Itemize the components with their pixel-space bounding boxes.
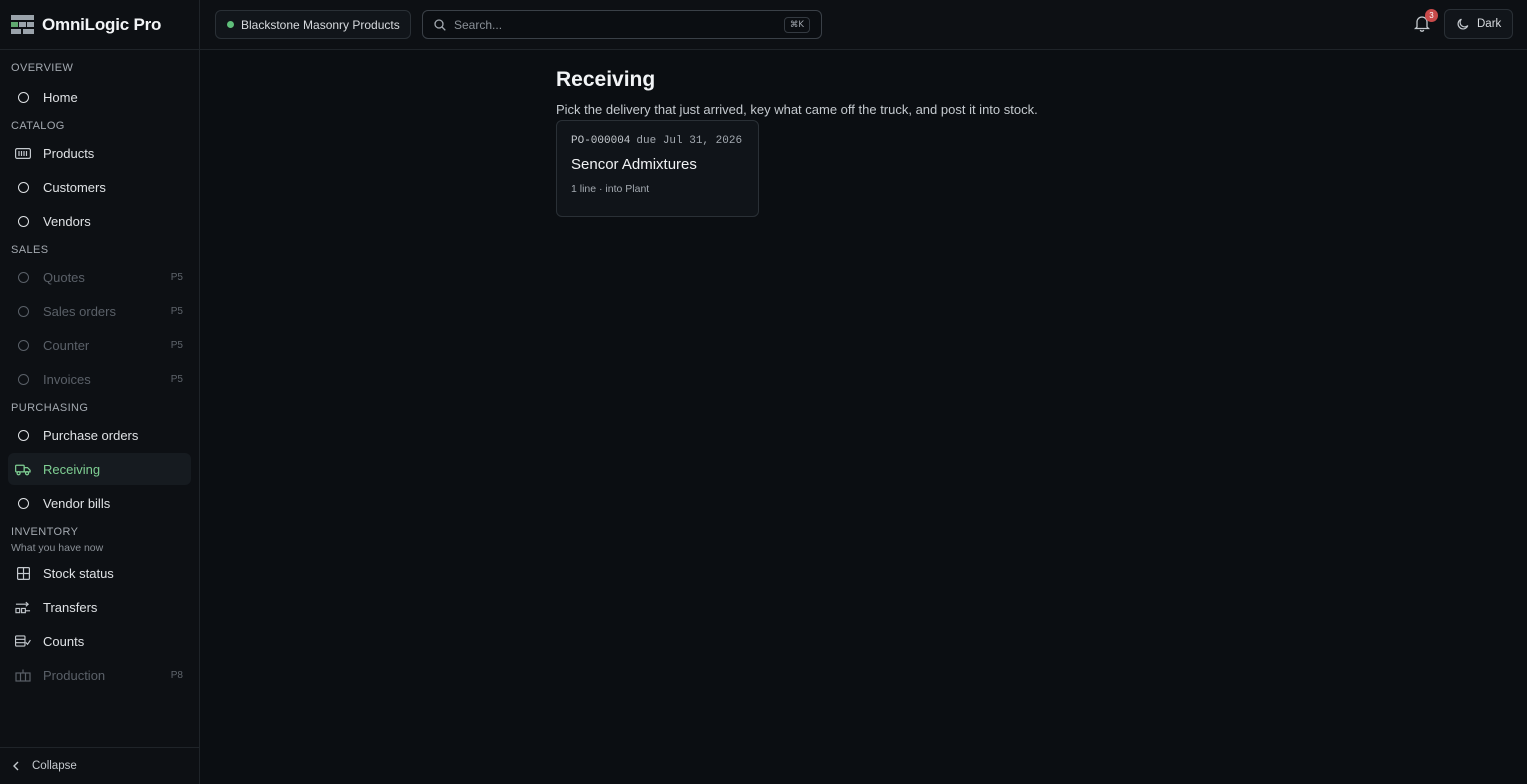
- collapse-label: Collapse: [32, 760, 77, 772]
- sidebar-item-counter[interactable]: Counter P5: [8, 329, 191, 361]
- theme-label: Dark: [1477, 18, 1502, 30]
- sidebar-item-label: Sales orders: [43, 303, 116, 319]
- notification-count-badge: 3: [1425, 9, 1438, 22]
- circle-icon: [15, 303, 31, 319]
- phase-badge: P5: [170, 373, 183, 385]
- phase-badge: P8: [170, 669, 183, 681]
- barcode-icon: [15, 145, 31, 161]
- phase-badge: P5: [170, 339, 183, 351]
- theme-toggle-button[interactable]: Dark: [1444, 9, 1513, 39]
- po-vendor: Sencor Admixtures: [571, 156, 697, 173]
- sidebar-item-label: Transfers: [43, 599, 98, 615]
- sidebar-item-label: Products: [43, 145, 95, 161]
- sidebar-item-label: Purchase orders: [43, 427, 139, 443]
- transfer-icon: [15, 599, 31, 615]
- sidebar-item-products[interactable]: Products: [8, 137, 191, 169]
- company-status-dot: [227, 21, 234, 28]
- sidebar-item-stock-status[interactable]: Stock status: [8, 557, 191, 589]
- brand[interactable]: OmniLogic Pro: [0, 0, 199, 50]
- sidebar-item-transfers[interactable]: Transfers: [8, 591, 191, 623]
- circle-icon: [15, 495, 31, 511]
- moon-icon: [1457, 18, 1469, 30]
- page-title: Receiving: [556, 68, 656, 91]
- sidebar-item-label: Quotes: [43, 269, 85, 285]
- phase-badge: P5: [170, 305, 183, 317]
- po-due-date: due Jul 31, 2026: [636, 135, 743, 147]
- sidebar: OmniLogic Pro OVERVIEW Home CATALOG Prod…: [0, 0, 200, 784]
- section-label-sales: SALES: [11, 244, 49, 256]
- company-name: Blackstone Masonry Products: [241, 17, 400, 32]
- chevron-left-icon: [12, 761, 20, 771]
- main-content: Receiving Pick the delivery that just ar…: [200, 50, 1527, 784]
- sidebar-item-label: Stock status: [43, 565, 114, 581]
- search-input[interactable]: [454, 17, 774, 32]
- sidebar-item-home[interactable]: Home: [8, 81, 191, 113]
- sidebar-item-counts[interactable]: Counts: [8, 625, 191, 657]
- sidebar-item-label: Customers: [43, 179, 106, 195]
- circle-icon: [15, 269, 31, 285]
- sidebar-item-production[interactable]: Production P8: [8, 659, 191, 691]
- phase-badge: P5: [170, 271, 183, 283]
- sidebar-item-vendor-bills[interactable]: Vendor bills: [8, 487, 191, 519]
- search-icon: [434, 18, 446, 31]
- sidebar-item-label: Vendor bills: [43, 495, 111, 511]
- sidebar-item-label: Receiving: [43, 461, 101, 477]
- circle-icon: [15, 213, 31, 229]
- sidebar-item-label: Counts: [43, 633, 85, 649]
- sidebar-item-receiving[interactable]: Receiving: [8, 453, 191, 485]
- grid-icon: [15, 565, 31, 581]
- circle-icon: [15, 427, 31, 443]
- app-logo-icon: [11, 15, 34, 34]
- circle-icon: [15, 179, 31, 195]
- sidebar-item-label: Vendors: [43, 213, 91, 229]
- circle-icon: [15, 337, 31, 353]
- sidebar-item-quotes[interactable]: Quotes P5: [8, 261, 191, 293]
- section-sublabel-inventory: What you have now: [11, 542, 104, 554]
- truck-icon: [15, 461, 31, 477]
- section-label-catalog: CATALOG: [11, 120, 65, 132]
- collapse-button[interactable]: Collapse: [0, 747, 199, 784]
- app-title: OmniLogic Pro: [42, 14, 162, 34]
- sidebar-item-label: Home: [43, 89, 78, 105]
- po-number: PO-000004: [571, 135, 631, 147]
- po-header: PO-000004 due Jul 31, 2026: [571, 135, 744, 147]
- topbar: Blackstone Masonry Products ⌘K 3 Dark: [200, 0, 1527, 50]
- sidebar-item-vendors[interactable]: Vendors: [8, 205, 191, 237]
- circle-icon: [15, 371, 31, 387]
- po-meta: 1 line · into Plant: [571, 183, 650, 195]
- sidebar-nav: OVERVIEW Home CATALOG Products Customers: [0, 50, 199, 747]
- purchase-order-card[interactable]: PO-000004 due Jul 31, 2026 Sencor Admixtu…: [556, 120, 759, 217]
- checklist-icon: [15, 633, 31, 649]
- sidebar-item-label: Counter: [43, 337, 90, 353]
- sidebar-item-invoices[interactable]: Invoices P5: [8, 363, 191, 395]
- section-label-inventory: INVENTORY: [11, 526, 79, 538]
- sidebar-item-sales-orders[interactable]: Sales orders P5: [8, 295, 191, 327]
- factory-icon: [15, 667, 31, 683]
- company-switcher[interactable]: Blackstone Masonry Products: [215, 10, 411, 39]
- sidebar-item-purchase-orders[interactable]: Purchase orders: [8, 419, 191, 451]
- circle-icon: [15, 89, 31, 105]
- section-label-purchasing: PURCHASING: [11, 402, 89, 414]
- search-shortcut: ⌘K: [783, 17, 810, 33]
- sidebar-item-customers[interactable]: Customers: [8, 171, 191, 203]
- sidebar-item-label: Invoices: [43, 371, 91, 387]
- section-label-overview: OVERVIEW: [11, 62, 74, 74]
- search-box[interactable]: ⌘K: [422, 10, 822, 39]
- sidebar-item-label: Production: [43, 667, 106, 683]
- page-subtitle: Pick the delivery that just arrived, key…: [556, 102, 1038, 117]
